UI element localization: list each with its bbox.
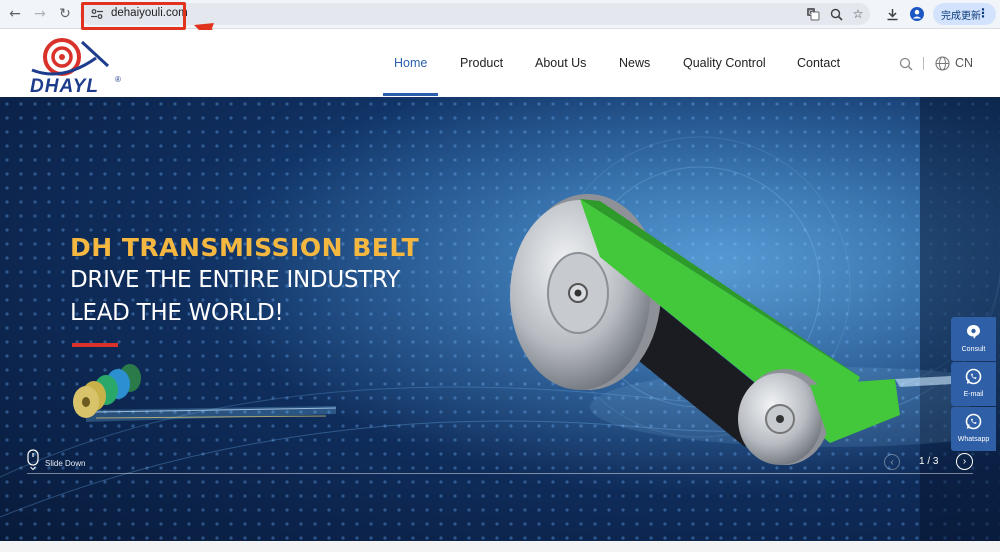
email-button[interactable]: E-mail: [951, 362, 996, 406]
page-bottom-strip: [0, 541, 1000, 552]
zoom-icon[interactable]: [828, 6, 844, 22]
reload-icon[interactable]: ↻: [56, 5, 74, 23]
pulley-belt-image: [510, 194, 970, 465]
nav-about-us[interactable]: About Us: [535, 56, 586, 70]
consult-label: Consult: [961, 346, 986, 353]
language-switch[interactable]: CN: [955, 56, 973, 70]
svg-text:G: G: [809, 10, 814, 17]
update-label: 完成更新: [941, 10, 981, 22]
logo-text: DHAYL: [30, 76, 100, 97]
slider-pager: 1 / 3: [919, 456, 939, 467]
hero-accent-bar: [72, 343, 118, 347]
slider-next-button[interactable]: ›: [956, 453, 973, 470]
header-divider: [923, 57, 924, 70]
site-header: DHAYL ® Home Product About Us News Quali…: [0, 30, 1000, 97]
consult-button[interactable]: Consult: [951, 317, 996, 361]
hero-divider: [27, 473, 973, 474]
profile-icon[interactable]: [909, 6, 925, 22]
nav-contact[interactable]: Contact: [797, 56, 840, 70]
url-highlight-box: [81, 2, 186, 30]
nav-product[interactable]: Product: [460, 56, 503, 70]
chat-bubble-icon: [967, 325, 980, 339]
nav-quality-control[interactable]: Quality Control: [683, 56, 766, 70]
slider-prev-button[interactable]: ‹: [884, 454, 900, 470]
whatsapp-button[interactable]: Whatsapp: [951, 407, 996, 451]
update-button[interactable]: 完成更新 ⋮: [933, 3, 996, 25]
mouse-scroll-icon[interactable]: [27, 449, 39, 471]
back-icon[interactable]: ←: [6, 5, 24, 23]
logo-registered-mark: ®: [115, 75, 121, 84]
logo-mark-icon: [31, 38, 110, 76]
nav-news[interactable]: News: [619, 56, 650, 70]
whatsapp-label: Whatsapp: [957, 436, 990, 443]
whatsapp-icon: [965, 413, 982, 430]
download-icon[interactable]: [884, 6, 900, 22]
menu-dots-icon: ⋮: [977, 6, 989, 20]
hero-subtitle-line-1: DRIVE THE ENTIRE INDUSTRY: [70, 267, 400, 293]
slide-down-label[interactable]: Slide Down: [45, 459, 85, 468]
nav-home[interactable]: Home: [394, 56, 427, 70]
search-icon[interactable]: [899, 57, 913, 71]
hero-subtitle-line-2: LEAD THE WORLD!: [70, 300, 284, 326]
globe-icon[interactable]: [935, 56, 950, 71]
email-label: E-mail: [963, 391, 984, 398]
hero-title: DH TRANSMISSION BELT: [70, 233, 420, 262]
forward-icon[interactable]: →: [31, 5, 49, 23]
hero-banner: DH TRANSMISSION BELT DRIVE THE ENTIRE IN…: [0, 97, 1000, 541]
bookmark-star-icon[interactable]: ☆: [850, 6, 866, 22]
browser-toolbar: ← → ↻ dehaiyouli.com G ☆ 完成更新 ⋮: [0, 0, 1000, 30]
belt-rolls-image: [73, 364, 337, 422]
logo[interactable]: DHAYL ®: [26, 36, 126, 97]
whatsapp-icon: [965, 368, 982, 385]
nav-active-indicator: [383, 93, 438, 96]
translate-icon[interactable]: G: [805, 6, 821, 22]
